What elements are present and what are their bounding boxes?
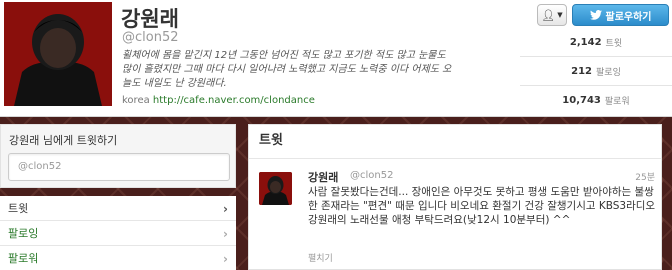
stat-followers[interactable]: 10,743 팔로워 [520, 86, 672, 115]
profile-location: korea [122, 95, 150, 106]
profile-name: 강원래 [121, 7, 179, 31]
stat-tweets[interactable]: 2,142 트윗 [520, 28, 672, 57]
stat-label: 트윗 [605, 38, 623, 49]
nav-item-following[interactable]: 팔로잉 › [0, 221, 236, 246]
person-icon: 👤︎ [541, 8, 556, 22]
chevron-right-icon: › [223, 202, 228, 216]
tweet-expand-link[interactable]: 펼치기 [308, 251, 333, 264]
tweet-to-box: 강원래 님에게 트윗하기 @clon52 [0, 124, 236, 188]
tweet-stream: 트윗 강원래 @clon52 25분 사람 잘못봤다는건데... 장애인은 아무… [248, 124, 662, 270]
stream-title: 트윗 [249, 125, 661, 159]
stat-value: 2,142 [569, 36, 602, 48]
caret-down-icon: ▼ [557, 11, 563, 19]
tweet-to-title: 강원래 님에게 트윗하기 [9, 134, 118, 147]
profile-location-line: korea http://cafe.naver.com/clondance [122, 95, 315, 106]
stat-label: 팔로워 [604, 97, 630, 107]
profile-nav: 트윗 › 팔로잉 › 팔로워 › [0, 196, 236, 270]
nav-item-followers[interactable]: 팔로워 › [0, 246, 236, 270]
user-actions-dropdown[interactable]: 👤︎ ▼ [537, 4, 567, 26]
profile-card: 강원래 @clon52 휠체어에 몸을 맡긴지 12년 그동안 넘어진 적도 많… [0, 0, 672, 117]
profile-avatar[interactable] [4, 2, 112, 106]
tweet-item[interactable]: 강원래 @clon52 25분 사람 잘못봤다는건데... 장애인은 아무것도 … [249, 159, 661, 270]
nav-item-label: 팔로잉 [8, 227, 39, 240]
profile-url-link[interactable]: http://cafe.naver.com/clondance [153, 95, 315, 106]
avatar-image [4, 2, 112, 106]
stat-following[interactable]: 212 팔로잉 [520, 57, 672, 86]
stat-value: 10,743 [562, 95, 601, 106]
stat-label: 팔로잉 [596, 67, 621, 78]
avatar-image [259, 172, 292, 205]
nav-item-tweets[interactable]: 트윗 › [0, 196, 236, 221]
nav-item-label: 팔로워 [8, 252, 39, 265]
profile-handle: @clon52 [122, 30, 179, 45]
twitter-bird-icon [589, 10, 602, 20]
profile-bio: 휠체어에 몸을 맡긴지 12년 그동안 넘어진 적도 많고 포기한 적도 많고 … [122, 50, 452, 89]
tweet-timestamp[interactable]: 25분 [635, 170, 655, 183]
chevron-right-icon: › [223, 227, 228, 241]
tweet-to-input[interactable]: @clon52 [8, 153, 230, 181]
tweet-avatar[interactable] [259, 172, 292, 205]
tweet-text: 사람 잘못봤다는건데... 장애인은 아무것도 못하고 평생 도움만 받아야하는… [308, 186, 656, 226]
nav-item-label: 트윗 [8, 202, 29, 215]
stat-value: 212 [571, 65, 593, 77]
tweet-author-handle: @clon52 [350, 170, 394, 181]
profile-stats: 2,142 트윗 212 팔로잉 10,743 팔로워 [520, 28, 672, 115]
follow-button[interactable]: 팔로우하기 [572, 4, 669, 26]
chevron-right-icon: › [223, 252, 228, 266]
tweet-author-name[interactable]: 강원래 [308, 169, 338, 185]
follow-button-label: 팔로우하기 [605, 11, 652, 23]
